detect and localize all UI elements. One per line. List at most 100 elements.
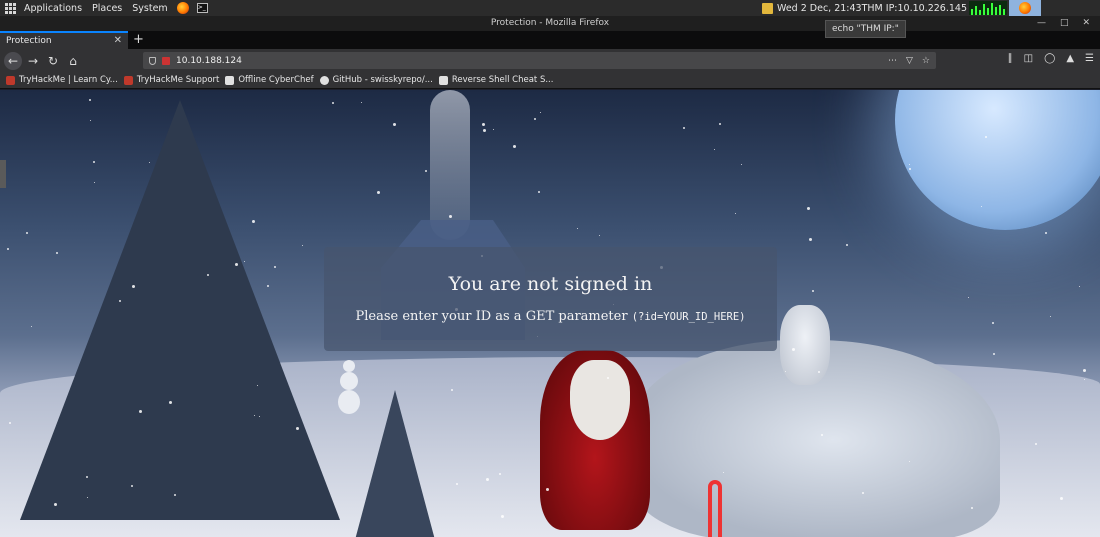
url-bar[interactable]: 10.10.188.124 ⋯ ▽ ☆ bbox=[143, 52, 936, 69]
snowflake bbox=[723, 472, 724, 473]
snowflake bbox=[87, 497, 88, 498]
page-heading: You are not signed in bbox=[448, 273, 653, 295]
snowflake bbox=[332, 102, 334, 104]
minimize-icon[interactable]: — bbox=[1037, 16, 1046, 31]
snowflake bbox=[377, 191, 380, 194]
bear-cub-image bbox=[780, 305, 830, 385]
snowflake bbox=[207, 274, 209, 276]
tracking-shield-icon[interactable] bbox=[149, 56, 156, 65]
snowflake bbox=[139, 410, 142, 413]
system-menu[interactable]: System bbox=[127, 3, 172, 14]
nav-bar: ← → ↻ ⌂ 10.10.188.124 ⋯ ▽ ☆ ∥ ◫ ◯ ▲ ☰ bbox=[0, 49, 1100, 72]
bookmark-star-icon[interactable]: ☆ bbox=[922, 56, 930, 66]
maximize-icon[interactable]: □ bbox=[1060, 16, 1069, 31]
close-window-icon[interactable]: ✕ bbox=[1082, 16, 1090, 31]
snowflake bbox=[252, 220, 255, 223]
snowflake bbox=[456, 483, 458, 485]
terminal-launcher-icon[interactable]: >_ bbox=[196, 3, 208, 13]
snowflake bbox=[807, 207, 810, 210]
snowflake bbox=[483, 129, 486, 132]
instruction-text: Please enter your ID as a GET parameter … bbox=[324, 309, 777, 324]
snowflake bbox=[812, 290, 814, 292]
places-menu[interactable]: Places bbox=[87, 3, 127, 14]
bookmark-item[interactable]: TryHackMe | Learn Cy... bbox=[6, 75, 118, 85]
extension-icon[interactable]: ▲ bbox=[1066, 53, 1074, 64]
snowflake bbox=[1083, 369, 1086, 372]
insecure-icon[interactable] bbox=[162, 56, 170, 65]
top-panel: Applications Places System >_ Wed 2 Dec,… bbox=[0, 0, 1100, 16]
bookmark-favicon-icon bbox=[438, 75, 448, 85]
sidebar-icon[interactable]: ◫ bbox=[1024, 53, 1033, 64]
snowflake bbox=[534, 118, 536, 120]
firefox-icon bbox=[1019, 2, 1032, 14]
snowflake bbox=[90, 120, 91, 121]
panel-tooltip: echo "THM IP:" bbox=[825, 20, 906, 38]
snowflake bbox=[741, 164, 742, 165]
moon-image bbox=[895, 90, 1100, 230]
snowflake bbox=[993, 353, 995, 355]
window-titlebar[interactable]: Protection - Mozilla Firefox — □ ✕ bbox=[0, 16, 1100, 31]
clock[interactable]: Wed 2 Dec, 21:43 bbox=[777, 3, 862, 14]
snowflake bbox=[809, 238, 812, 241]
page-actions-icon[interactable]: ⋯ bbox=[888, 56, 897, 66]
snowflake bbox=[174, 494, 176, 496]
snowflake bbox=[792, 348, 795, 351]
reload-button[interactable]: ↻ bbox=[44, 52, 62, 70]
snowflake bbox=[169, 401, 172, 404]
bookmark-item[interactable]: Reverse Shell Cheat S... bbox=[438, 75, 553, 85]
tab-bar: Protection ✕ + bbox=[0, 31, 1100, 49]
snowflake bbox=[1050, 316, 1051, 317]
bookmark-item[interactable]: GitHub - swisskyrepo/... bbox=[319, 75, 433, 85]
snowflake bbox=[1035, 443, 1037, 445]
close-tab-icon[interactable]: ✕ bbox=[114, 35, 122, 46]
snowflake bbox=[981, 206, 982, 207]
snowflake bbox=[54, 503, 57, 506]
snowflake bbox=[274, 266, 276, 268]
home-button[interactable]: ⌂ bbox=[64, 52, 82, 70]
id-parameter-code: (?id=YOUR_ID_HERE) bbox=[631, 311, 746, 323]
snowflake bbox=[513, 145, 516, 148]
snowflake bbox=[818, 371, 820, 373]
snowflake bbox=[1084, 379, 1085, 380]
snowflake bbox=[599, 235, 600, 236]
bookmark-favicon-icon bbox=[123, 75, 133, 85]
instruction-message: Please enter your ID as a GET parameter bbox=[355, 309, 628, 324]
firefox-taskbar-button[interactable] bbox=[1009, 0, 1042, 16]
menu-icon[interactable]: ☰ bbox=[1085, 53, 1094, 64]
pocket-icon[interactable]: ▽ bbox=[906, 56, 913, 66]
snowflake bbox=[683, 127, 685, 129]
url-text[interactable]: 10.10.188.124 bbox=[176, 56, 242, 66]
snowflake bbox=[259, 416, 260, 417]
side-panel-handle[interactable] bbox=[0, 160, 6, 188]
snowflake bbox=[821, 434, 823, 436]
account-icon[interactable]: ◯ bbox=[1044, 53, 1055, 64]
applications-icon[interactable] bbox=[5, 2, 16, 14]
bookmarks-toolbar: TryHackMe | Learn Cy... TryHackMe Suppor… bbox=[0, 72, 1100, 89]
snowflake bbox=[9, 422, 11, 424]
back-button[interactable]: ← bbox=[4, 51, 22, 70]
bookmark-favicon-icon bbox=[6, 75, 15, 85]
snowflake bbox=[302, 245, 303, 246]
snowflake bbox=[361, 102, 362, 103]
applications-menu[interactable]: Applications bbox=[19, 3, 87, 14]
snowflake bbox=[244, 261, 245, 262]
snowflake bbox=[254, 415, 255, 416]
system-monitor-graph[interactable] bbox=[969, 1, 1008, 15]
snowflake bbox=[94, 182, 95, 183]
library-icon[interactable]: ∥ bbox=[1008, 53, 1013, 64]
new-tab-button[interactable]: + bbox=[133, 31, 144, 48]
forward-button[interactable]: → bbox=[24, 52, 42, 70]
snowflake bbox=[296, 427, 299, 430]
tab-title: Protection bbox=[6, 36, 52, 46]
snowflake bbox=[31, 326, 32, 327]
snowflake bbox=[499, 473, 501, 475]
bookmark-item[interactable]: TryHackMe Support bbox=[123, 75, 219, 85]
tab-protection[interactable]: Protection ✕ bbox=[0, 31, 128, 49]
bookmark-item[interactable]: Offline CyberChef bbox=[225, 75, 314, 85]
snowflake bbox=[546, 488, 549, 491]
snowflake bbox=[131, 485, 133, 487]
snowflake bbox=[862, 492, 864, 494]
firefox-launcher-icon[interactable] bbox=[176, 2, 189, 14]
snowflake bbox=[119, 300, 121, 302]
power-icon bbox=[762, 2, 773, 14]
